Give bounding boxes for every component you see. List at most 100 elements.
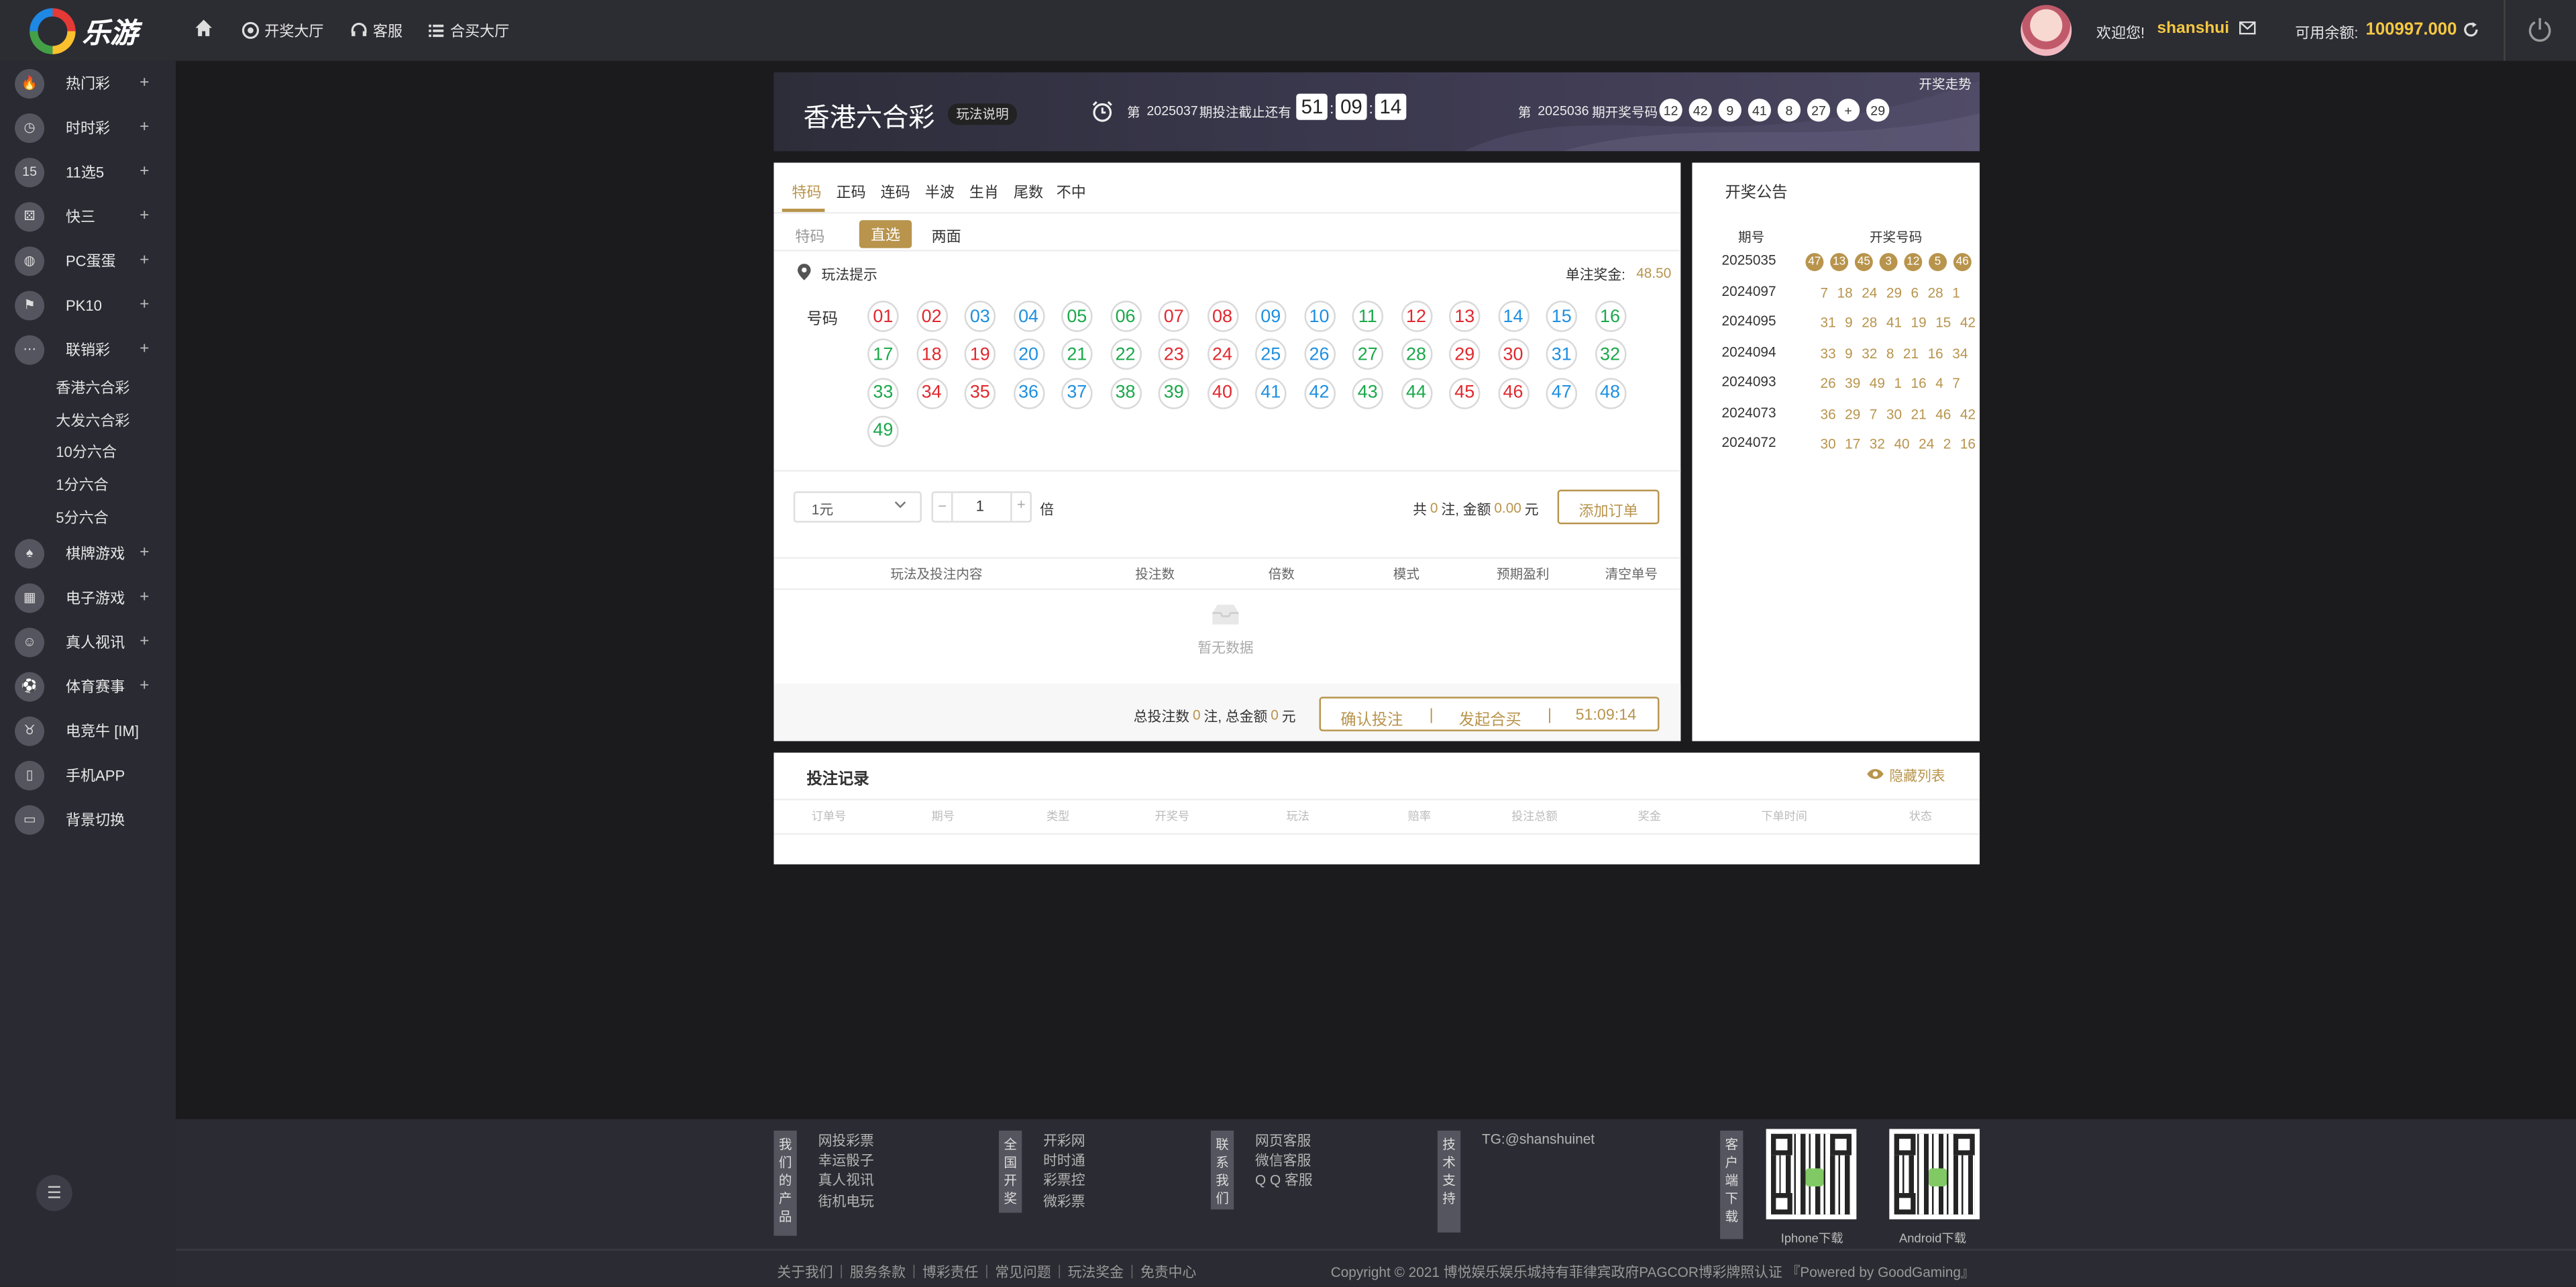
sidebar-item[interactable]: ◍ PC蛋蛋 + <box>0 238 176 282</box>
number-ball[interactable]: 48 <box>1594 377 1626 409</box>
number-ball[interactable]: 41 <box>1255 377 1287 409</box>
expand-icon[interactable]: + <box>140 633 149 651</box>
footer-bottom-link[interactable]: 玩法奖金 <box>1068 1262 1124 1282</box>
number-ball[interactable]: 46 <box>1497 377 1529 409</box>
number-ball[interactable]: 05 <box>1061 301 1093 332</box>
number-ball[interactable]: 40 <box>1206 377 1238 409</box>
number-ball[interactable]: 42 <box>1303 377 1335 409</box>
sidebar-item[interactable]: ▦ 电子游戏 + <box>0 575 176 619</box>
number-ball[interactable]: 13 <box>1449 301 1481 332</box>
eye-icon[interactable] <box>1866 768 1884 784</box>
footer-link[interactable]: 街机电玩 <box>818 1191 874 1211</box>
number-ball[interactable]: 03 <box>964 301 996 332</box>
expand-icon[interactable]: + <box>140 252 149 270</box>
number-ball[interactable]: 44 <box>1400 377 1432 409</box>
footer-bottom-link[interactable]: 服务条款 <box>850 1262 906 1282</box>
number-ball[interactable]: 10 <box>1303 301 1335 332</box>
subtab-direct[interactable]: 直选 <box>859 220 912 248</box>
number-ball[interactable]: 02 <box>916 301 947 332</box>
tab-0[interactable]: 特码 <box>792 181 821 202</box>
number-ball[interactable]: 06 <box>1110 301 1141 332</box>
sidebar-item[interactable]: ☺ 真人视讯 + <box>0 619 176 664</box>
sidebar-subitem[interactable]: 5分六合 <box>56 506 108 527</box>
multiplier-input[interactable]: 1 <box>976 498 984 514</box>
number-ball[interactable]: 04 <box>1012 301 1044 332</box>
expand-icon[interactable]: + <box>140 207 149 225</box>
unit-select[interactable]: 1元 <box>793 491 922 523</box>
sidebar-item[interactable]: ⋯ 联销彩 + <box>0 327 176 371</box>
tab-4[interactable]: 生肖 <box>969 181 999 202</box>
footer-link[interactable]: 真人视讯 <box>818 1171 874 1190</box>
tab-6[interactable]: 不中 <box>1057 181 1086 202</box>
expand-icon[interactable]: + <box>140 544 149 562</box>
footer-bottom-link[interactable]: 博彩责任 <box>922 1262 978 1282</box>
subtab-both-sides[interactable]: 两面 <box>932 225 961 247</box>
expand-icon[interactable]: + <box>140 340 149 358</box>
sidebar-item[interactable]: ⚑ PK10 + <box>0 282 176 327</box>
ios-download-label[interactable]: Iphone下载 <box>1781 1229 1843 1247</box>
start-group-buy-button[interactable]: 发起合买 <box>1459 707 1521 729</box>
android-download-label[interactable]: Android下载 <box>1899 1229 1966 1247</box>
number-ball[interactable]: 01 <box>867 301 899 332</box>
expand-icon[interactable]: + <box>140 296 149 314</box>
footer-link[interactable]: 网投彩票 <box>818 1131 874 1150</box>
collapse-menu-button[interactable]: ☰ <box>36 1175 72 1211</box>
number-ball[interactable]: 47 <box>1546 377 1578 409</box>
tab-1[interactable]: 正码 <box>837 181 866 202</box>
sidebar-item[interactable]: ◷ 时时彩 + <box>0 105 176 150</box>
multiplier-stepper[interactable]: − 1 + <box>931 491 1032 523</box>
number-ball[interactable]: 15 <box>1546 301 1578 332</box>
footer-link[interactable]: 彩票控 <box>1043 1171 1085 1190</box>
number-ball[interactable]: 33 <box>867 377 899 409</box>
footer-link[interactable]: TG:@shanshuinet <box>1482 1131 1595 1147</box>
footer-link[interactable]: 幸运骰子 <box>818 1151 874 1170</box>
expand-icon[interactable]: + <box>140 588 149 607</box>
sidebar-item[interactable]: ▯ 手机APP <box>0 753 176 797</box>
number-ball[interactable]: 45 <box>1449 377 1481 409</box>
tab-2[interactable]: 连码 <box>881 181 910 202</box>
sidebar-item[interactable]: ⚽ 体育赛事 + <box>0 664 176 708</box>
sidebar-subitem[interactable]: 香港六合彩 <box>56 376 129 398</box>
footer-bottom-link[interactable]: 免责中心 <box>1140 1262 1196 1282</box>
tab-5[interactable]: 尾数 <box>1014 181 1043 202</box>
number-ball[interactable]: 07 <box>1158 301 1190 332</box>
number-ball[interactable]: 16 <box>1594 301 1626 332</box>
sidebar-subitem[interactable]: 1分六合 <box>56 474 108 495</box>
number-ball[interactable]: 49 <box>867 415 899 447</box>
sidebar-subitem[interactable]: 10分六合 <box>56 441 117 462</box>
refresh-icon[interactable] <box>2463 21 2479 41</box>
subtab-tema[interactable]: 特码 <box>795 225 824 247</box>
number-ball[interactable]: 08 <box>1206 301 1238 332</box>
footer-link[interactable]: 开彩网 <box>1043 1131 1085 1150</box>
sidebar-item[interactable]: ▭ 背景切换 <box>0 797 176 841</box>
footer-link[interactable]: Q Q 客服 <box>1255 1171 1313 1190</box>
hide-list-button[interactable]: 隐藏列表 <box>1889 766 1945 785</box>
number-ball[interactable]: 09 <box>1255 301 1287 332</box>
sidebar-item[interactable]: ♉ 电竞牛 [IM] <box>0 709 176 753</box>
number-ball[interactable]: 34 <box>916 377 947 409</box>
confirm-bet-button[interactable]: 确认投注 <box>1340 707 1403 729</box>
trend-link[interactable]: 开奖走势 <box>1919 76 1971 94</box>
nav-group-buy[interactable]: 合买大厅 <box>427 19 509 41</box>
number-ball[interactable]: 39 <box>1158 377 1190 409</box>
number-ball[interactable]: 35 <box>964 377 996 409</box>
plus-button[interactable]: + <box>1017 497 1026 513</box>
tab-3[interactable]: 半波 <box>925 181 955 202</box>
number-ball[interactable]: 43 <box>1352 377 1384 409</box>
footer-bottom-link[interactable]: 常见问题 <box>995 1262 1051 1282</box>
footer-link[interactable]: 时时通 <box>1043 1151 1085 1170</box>
add-order-button[interactable]: 添加订单 <box>1557 489 1660 525</box>
expand-icon[interactable]: + <box>140 677 149 695</box>
footer-link[interactable]: 微彩票 <box>1043 1191 1085 1211</box>
sidebar-item[interactable]: 🔥 热门彩 + <box>0 61 176 105</box>
footer-bottom-link[interactable]: 关于我们 <box>777 1262 833 1282</box>
sidebar-subitem[interactable]: 大发六合彩 <box>56 409 129 430</box>
expand-icon[interactable]: + <box>140 118 149 136</box>
footer-link[interactable]: 微信客服 <box>1255 1151 1311 1170</box>
home-icon[interactable] <box>194 18 213 38</box>
play-hint[interactable]: 玩法提示 <box>822 264 877 284</box>
number-ball[interactable]: 14 <box>1497 301 1529 332</box>
number-ball[interactable]: 37 <box>1061 377 1093 409</box>
nav-service[interactable]: 客服 <box>350 19 402 41</box>
sidebar-item[interactable]: ⚄ 快三 + <box>0 194 176 238</box>
